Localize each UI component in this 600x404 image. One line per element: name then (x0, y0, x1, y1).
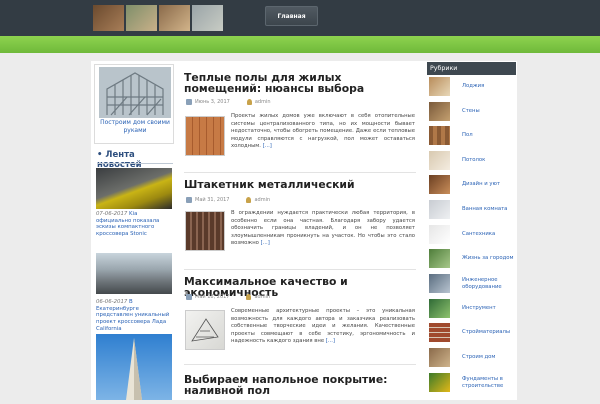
nav-home[interactable]: Главная (265, 6, 318, 26)
post-excerpt: Проекты жилых домов уже включают в себя … (231, 113, 415, 150)
bathroom-thumb (429, 200, 450, 219)
read-more-link[interactable]: [...] (326, 338, 335, 344)
news-image-monument[interactable] (96, 334, 172, 400)
foundation-thumb (429, 373, 450, 392)
post-date: Июнь 3, 2017 (195, 99, 230, 105)
news-image-car[interactable] (96, 168, 172, 209)
author-icon (246, 294, 252, 300)
post-excerpt: В ограждении нуждается практически любая… (231, 210, 415, 247)
post-author[interactable]: admin (255, 99, 271, 105)
country-life-thumb (429, 249, 450, 268)
post-meta: Май 18, 2017 admin (186, 292, 406, 302)
category-item[interactable]: Потолок (427, 149, 516, 172)
post-thumbnail[interactable] (185, 310, 225, 350)
category-item[interactable]: Фундаменты в строительстве (427, 371, 516, 394)
house-widget[interactable]: Построим дом своими руками (94, 64, 174, 144)
news-item[interactable]: 06-06-2017 В Екатеринбурге представлен у… (96, 299, 172, 333)
accent-bar (0, 36, 600, 53)
post-title[interactable]: Теплые полы для жилых помещений: нюансы … (184, 72, 416, 94)
post-meta: Июнь 3, 2017 admin (186, 97, 406, 107)
left-sidebar: Построим дом своими руками • Лента новос… (94, 64, 174, 400)
category-item[interactable]: Жизнь за городом (427, 247, 516, 270)
house-frame-image[interactable] (99, 67, 171, 118)
category-item[interactable]: Ванная комната (427, 198, 516, 221)
plumbing-thumb (429, 225, 450, 244)
post-author[interactable]: admin (254, 294, 270, 300)
post-thumbnail[interactable] (185, 211, 225, 251)
category-item[interactable]: Инструмент (427, 297, 516, 320)
calendar-icon (186, 99, 192, 105)
divider (184, 172, 416, 173)
author-icon (246, 99, 252, 105)
calendar-icon (186, 294, 192, 300)
divider (97, 163, 173, 164)
post-title[interactable]: Выбираем напольное покрытие: наливной по… (184, 374, 416, 396)
loggia-thumb (429, 77, 450, 96)
house-caption[interactable]: Построим дом своими руками (97, 119, 173, 135)
post-author[interactable]: admin (254, 197, 270, 203)
post-date: Май 31, 2017 (195, 197, 230, 203)
calendar-icon (186, 197, 192, 203)
walls-thumb (429, 102, 450, 121)
categories-heading: Рубрики (427, 62, 516, 75)
read-more-link[interactable]: [...] (261, 240, 270, 246)
building-thumb (429, 348, 450, 367)
read-more-link[interactable]: [...] (263, 143, 272, 149)
divider (184, 269, 416, 270)
post-meta: Май 31, 2017 admin (186, 195, 406, 205)
materials-thumb (429, 323, 450, 342)
category-item[interactable]: Пол (427, 124, 516, 147)
author-icon (246, 197, 252, 203)
post-title[interactable]: Штакетник металлический (184, 179, 416, 190)
engineering-thumb (429, 274, 450, 293)
design-thumb (429, 175, 450, 194)
divider (184, 364, 416, 365)
post-date: Май 18, 2017 (195, 294, 230, 300)
news-image-traffic[interactable] (96, 253, 172, 294)
category-item[interactable]: Инженерное оборудование (427, 272, 516, 295)
floor-thumb (429, 126, 450, 145)
site-logo[interactable] (93, 5, 223, 31)
category-item[interactable]: Сантехника (427, 223, 516, 246)
post-excerpt: Современные архитектурные проекты – это … (231, 308, 415, 345)
category-item[interactable]: Дизайн и уют (427, 173, 516, 196)
category-item[interactable]: Лоджия (427, 75, 516, 98)
post-thumbnail[interactable] (185, 116, 225, 156)
news-feed-title: • Лента новостей (97, 150, 142, 170)
categories-list: Лоджия Стены Пол Потолок Дизайн и уют Ва… (427, 75, 516, 400)
ceiling-thumb (429, 151, 450, 170)
news-item[interactable]: 07-06-2017 Kia официально показала эскиз… (96, 211, 172, 238)
category-item[interactable]: Строим дом (427, 346, 516, 369)
category-item[interactable]: Стены (427, 100, 516, 123)
top-bar: Главная (0, 0, 600, 36)
category-item[interactable]: Стройматериалы (427, 321, 516, 344)
tools-thumb (429, 299, 450, 318)
